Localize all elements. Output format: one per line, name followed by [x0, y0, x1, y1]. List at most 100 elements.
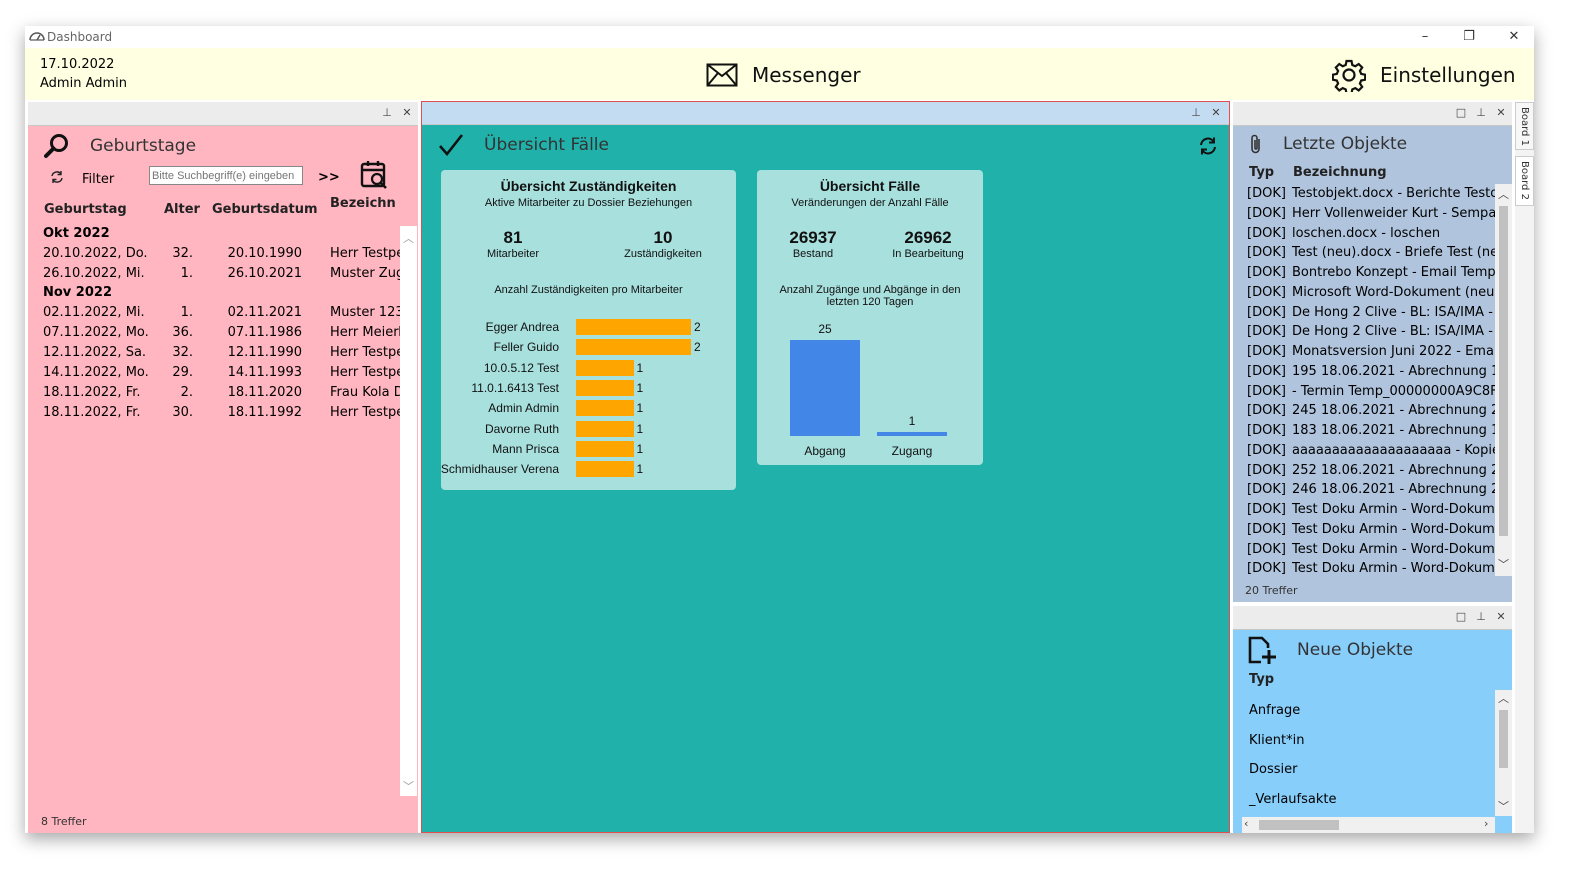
scroll-right-icon[interactable]: ›: [1484, 817, 1488, 830]
scroll-up-icon[interactable]: ︿: [1498, 690, 1509, 706]
list-item[interactable]: Anfrage: [1249, 703, 1300, 718]
scroll-up-icon[interactable]: ︿: [1498, 186, 1509, 202]
cell-type: [DOK]: [1247, 265, 1286, 280]
bar[interactable]: [576, 440, 634, 457]
scroll-down-icon[interactable]: ﹀: [403, 778, 414, 794]
list-item[interactable]: [DOK] 252 18.06.2021 - Abrechnung 252 1: [1233, 463, 1495, 482]
close-icon[interactable]: ✕: [400, 106, 414, 119]
bar[interactable]: [576, 420, 634, 437]
scroll-down-icon[interactable]: ﹀: [1498, 798, 1509, 814]
cell-type: [DOK]: [1247, 304, 1286, 320]
scroll-left-icon[interactable]: ‹: [1244, 817, 1248, 830]
bar-value: 2: [694, 340, 701, 355]
cell-name: aaaaaaaaaaaaaaaaaaaa - Kopie (7): [1292, 442, 1495, 458]
refresh-icon[interactable]: [1198, 136, 1218, 156]
title-bar: Dashboard – ❐ ✕: [25, 26, 1534, 48]
list-item[interactable]: [DOK] 183 18.06.2021 - Abrechnung 183 1: [1233, 423, 1495, 442]
birthdays-scrollbar[interactable]: ︿ ﹀: [400, 226, 417, 796]
list-item[interactable]: [DOK] De Hong 2 Clive - BL: ISA/IMA - IM: [1233, 324, 1495, 343]
paperclip-icon: [1251, 134, 1260, 154]
restore-button[interactable]: ❐: [1446, 26, 1492, 48]
search-input[interactable]: [149, 166, 303, 185]
scroll-thumb[interactable]: [1259, 820, 1339, 830]
list-item[interactable]: [DOK] Monatsversion Juni 2022 - Email T: [1233, 344, 1495, 363]
bar[interactable]: [576, 400, 634, 417]
list-item[interactable]: [DOK] Microsoft Word-Dokument (neu): [1233, 285, 1495, 304]
bar[interactable]: [877, 432, 947, 436]
list-item[interactable]: [DOK] 246 18.06.2021 - Abrechnung 246 1: [1233, 482, 1495, 501]
pin-icon[interactable]: ⊥: [1189, 106, 1203, 119]
bar[interactable]: [576, 319, 691, 335]
card-title: Übersicht Fälle: [819, 178, 921, 194]
list-item[interactable]: Dossier: [1249, 762, 1297, 777]
bar[interactable]: [576, 359, 634, 376]
new-document-icon: [1248, 636, 1276, 664]
col-typ[interactable]: Typ: [1249, 165, 1274, 180]
col-alter[interactable]: Alter: [164, 202, 200, 217]
close-window-button[interactable]: ✕: [1491, 26, 1537, 48]
cell-name: 195 18.06.2021 - Abrechnung 195 1: [1292, 363, 1495, 379]
col-bezeichnung[interactable]: Bezeichn: [330, 196, 396, 211]
bar-label: Admin Admin: [488, 401, 559, 416]
list-item[interactable]: [DOK] loschen.docx - loschen: [1233, 226, 1495, 245]
close-icon[interactable]: ✕: [1209, 106, 1223, 119]
cell-type: [DOK]: [1247, 245, 1286, 261]
scroll-thumb[interactable]: [1499, 206, 1508, 536]
scroll-down-icon[interactable]: ﹀: [1498, 556, 1509, 572]
bar-value: 1: [636, 421, 644, 436]
list-item[interactable]: [DOK] Bontrebo Konzept - Email Temp_(: [1233, 265, 1495, 284]
scroll-up-icon[interactable]: ︿: [403, 230, 414, 246]
cell-day: 20.10.2022, Do.: [43, 246, 148, 261]
bar[interactable]: [790, 340, 860, 436]
bar[interactable]: [576, 379, 634, 396]
list-item[interactable]: [DOK] De Hong 2 Clive - BL: ISA/IMA - IM: [1233, 305, 1495, 324]
list-item[interactable]: [DOK] - Termin Temp_00000000A9C8F25: [1233, 384, 1495, 403]
close-icon[interactable]: ✕: [1494, 106, 1508, 119]
tab-board-2[interactable]: Board 2: [1515, 156, 1534, 206]
new-objects-vscrollbar[interactable]: ︿ ﹀: [1495, 690, 1512, 816]
maximize-icon[interactable]: □: [1454, 106, 1468, 119]
new-objects-hscrollbar[interactable]: ‹ ›: [1242, 817, 1495, 833]
list-item[interactable]: [DOK] aaaaaaaaaaaaaaaaaaaa - Kopie (7): [1233, 443, 1495, 462]
col-geburtstag[interactable]: Geburtstag: [44, 202, 127, 217]
list-item[interactable]: [DOK] 245 18.06.2021 - Abrechnung 245 1: [1233, 403, 1495, 422]
bar-value: 1: [636, 380, 644, 395]
minimize-button[interactable]: –: [1402, 26, 1448, 48]
list-item[interactable]: Klient*in: [1249, 733, 1304, 748]
list-item[interactable]: [DOK] Testobjekt.docx - Berichte Testob: [1233, 186, 1495, 205]
list-item[interactable]: [DOK] Test Doku Armin - Word-Dokume: [1233, 561, 1495, 576]
list-item[interactable]: [DOK] 195 18.06.2021 - Abrechnung 195 1: [1233, 364, 1495, 383]
recent-scrollbar[interactable]: ︿ ﹀: [1495, 184, 1512, 576]
col-bezeichnung[interactable]: Bezeichnung: [1293, 165, 1387, 180]
tab-board-1[interactable]: Board 1: [1515, 102, 1534, 150]
cases-panel: ⊥ ✕ Übersicht Fälle Übersicht Zuständigk…: [421, 101, 1230, 833]
col-geburtsdatum[interactable]: Geburtsdatum: [212, 202, 318, 217]
chart-title: Anzahl Zugänge und Abgänge in den letzte…: [779, 284, 961, 308]
list-item[interactable]: [DOK] Test Doku Armin - Word-Dokume: [1233, 522, 1495, 541]
bar-label: Schmidhauser Verena: [440, 462, 559, 477]
maximize-icon[interactable]: □: [1454, 610, 1468, 623]
list-item[interactable]: [DOK] Test Doku Armin - Word-Dokume: [1233, 502, 1495, 521]
list-item[interactable]: [DOK] Test Doku Armin - Word-Dokume: [1233, 542, 1495, 561]
col-typ[interactable]: Typ: [1249, 672, 1274, 687]
cell-dob: 14.11.1993: [227, 365, 302, 380]
bar[interactable]: [576, 339, 691, 356]
list-item[interactable]: _Verlaufsakte: [1249, 792, 1336, 807]
list-item[interactable]: [DOK] Herr Vollenweider Kurt - Sempacl: [1233, 206, 1495, 225]
pin-icon[interactable]: ⊥: [1474, 610, 1488, 623]
tab-label: Board 1: [1519, 107, 1530, 146]
window-title: Dashboard: [47, 30, 113, 44]
cell-age: 30.: [172, 405, 193, 420]
pin-icon[interactable]: ⊥: [380, 106, 394, 119]
go-button[interactable]: >>: [318, 170, 340, 185]
cell-day: 12.11.2022, Sa.: [43, 345, 147, 360]
scroll-thumb[interactable]: [1499, 710, 1508, 768]
refresh-icon[interactable]: [50, 170, 64, 184]
messenger-button[interactable]: Messenger: [706, 58, 861, 92]
list-item[interactable]: [DOK] Test (neu).docx - Briefe Test (neu: [1233, 245, 1495, 264]
settings-button[interactable]: Einstellungen: [1332, 58, 1516, 92]
calendar-search-icon[interactable]: [360, 160, 388, 190]
pin-icon[interactable]: ⊥: [1474, 106, 1488, 119]
close-icon[interactable]: ✕: [1494, 610, 1508, 623]
bar[interactable]: [576, 461, 634, 478]
